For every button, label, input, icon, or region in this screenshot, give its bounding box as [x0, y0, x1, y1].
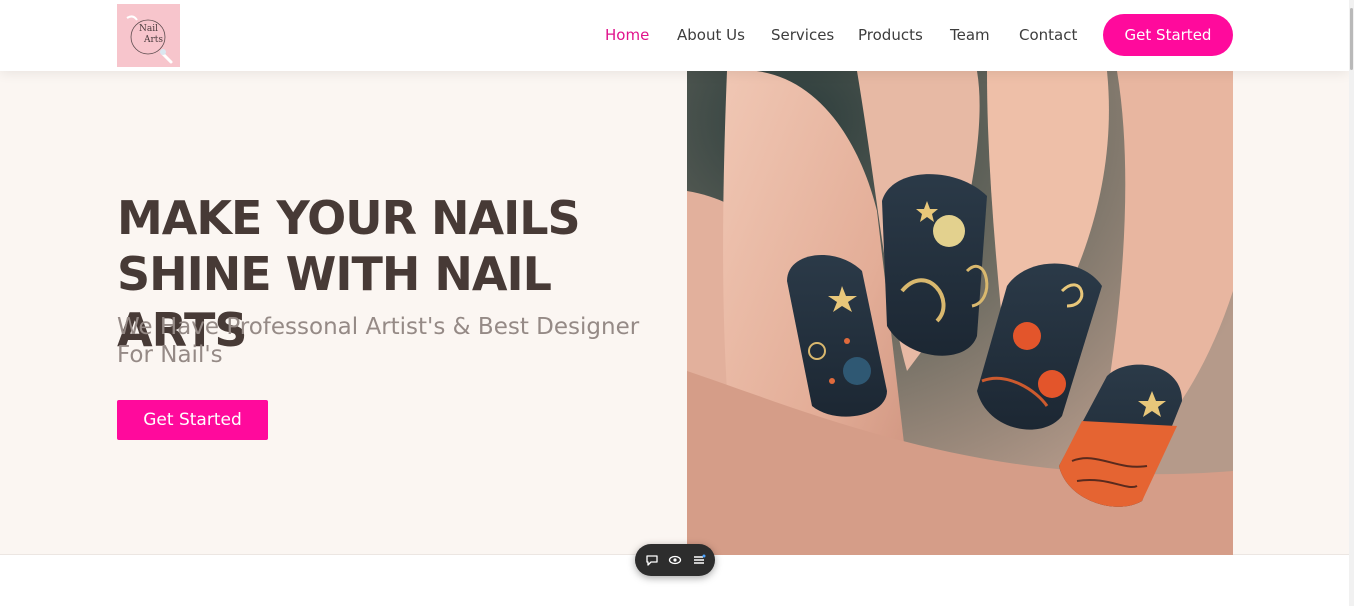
- nav-link-services[interactable]: Services: [771, 26, 834, 44]
- hero-subtitle: We Have Professonal Artist's & Best Desi…: [117, 314, 640, 368]
- manicured-hand-image: [687, 71, 1233, 555]
- nav-link-contact[interactable]: Contact: [1019, 26, 1077, 44]
- page-scrollbar-thumb[interactable]: [1350, 8, 1353, 70]
- logo[interactable]: Nail Arts: [117, 4, 180, 67]
- hero-title-line1: MAKE YOUR NAILS: [117, 191, 581, 245]
- nav-link-products[interactable]: Products: [858, 26, 923, 44]
- hero-get-started-button[interactable]: Get Started: [117, 400, 268, 440]
- nail-2: [882, 174, 989, 356]
- nav-link-team[interactable]: Team: [950, 26, 990, 44]
- logo-text: Nail Arts: [117, 24, 180, 46]
- logo-text-line2: Arts: [143, 35, 164, 45]
- floating-toolbar: [635, 544, 715, 576]
- menu-icon[interactable]: [692, 553, 706, 567]
- chat-icon[interactable]: [645, 553, 659, 567]
- site-header: Nail Arts Home About Us Services Product…: [0, 0, 1349, 71]
- header-get-started-button[interactable]: Get Started: [1103, 14, 1233, 56]
- logo-text-line1: Nail: [139, 24, 158, 34]
- nav-link-home[interactable]: Home: [605, 26, 649, 44]
- page-scrollbar-track[interactable]: [1349, 0, 1354, 606]
- nav-link-about[interactable]: About Us: [677, 26, 745, 44]
- eye-icon[interactable]: [668, 553, 682, 567]
- nail-art-illustration: [687, 71, 1233, 555]
